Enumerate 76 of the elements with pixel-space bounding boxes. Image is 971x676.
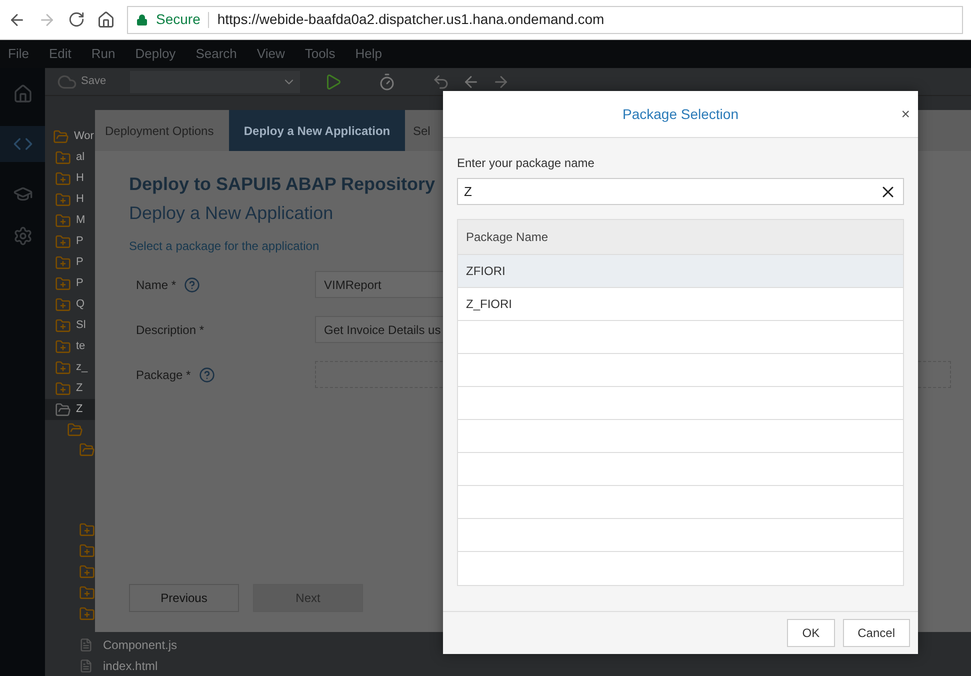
folder-icon — [55, 150, 71, 166]
folder-icon — [79, 522, 95, 538]
field-label: Enter your package name — [457, 155, 596, 172]
field-label: Name * — [136, 276, 176, 294]
code-icon[interactable] — [0, 126, 45, 162]
tree-item[interactable]: Z — [76, 380, 83, 397]
folder-icon — [55, 402, 71, 418]
tree-item[interactable]: M — [76, 212, 86, 229]
wizard-step[interactable]: Deploy a New Application — [229, 110, 405, 151]
tree-item[interactable]: Component.js — [103, 636, 178, 654]
menu-item[interactable]: Deploy — [135, 44, 176, 64]
tree-item[interactable]: H — [76, 191, 84, 208]
tree-item[interactable]: Q — [76, 296, 85, 313]
tree-item[interactable]: P — [76, 233, 84, 250]
save-button[interactable]: Save — [81, 73, 106, 90]
folder-icon — [55, 380, 71, 396]
menu-item[interactable]: Help — [355, 44, 382, 64]
menu-item[interactable]: File — [8, 44, 29, 64]
menu-item[interactable]: Search — [196, 44, 237, 64]
table-row[interactable]: ZFIORI — [458, 255, 903, 288]
dialog-button[interactable]: Cancel — [842, 619, 910, 647]
search-field[interactable]: Z — [457, 178, 904, 205]
secure-label: Secure — [156, 10, 200, 29]
file-icon — [79, 638, 93, 652]
address-bar[interactable]: Secure https://webide-baafda0a2.dispatcher.us1.hana.ondemand.com — [127, 6, 963, 34]
folder-icon — [55, 170, 71, 186]
menu-item[interactable]: Run — [91, 44, 116, 64]
folder-icon — [53, 128, 69, 144]
tree-item[interactable]: index.html — [103, 656, 158, 674]
wizard-hint: Select a package for the application — [129, 238, 320, 255]
folder-icon — [79, 442, 95, 458]
folder-icon — [55, 296, 71, 312]
folder-icon — [55, 254, 71, 270]
menu-item[interactable]: Edit — [48, 44, 72, 64]
help-icon[interactable] — [198, 366, 215, 382]
file-icon — [79, 658, 93, 672]
tree-item[interactable]: P — [76, 254, 84, 271]
field-label: Description * — [136, 322, 204, 338]
folder-icon — [55, 360, 71, 376]
folder-icon — [79, 564, 95, 580]
wizard-subtitle: Deploy a New Application — [129, 202, 334, 225]
folder-icon — [55, 212, 71, 228]
url-text: https://webide-baafda0a2.dispatcher.us1.hana.ondemand.com — [217, 10, 604, 29]
folder-icon — [55, 192, 71, 208]
help-icon[interactable] — [184, 276, 200, 292]
folder-icon — [55, 234, 71, 250]
wizard-button[interactable]: Previous — [129, 584, 239, 612]
lock-icon — [136, 14, 148, 26]
dialog-title: Package Selection — [622, 104, 738, 124]
folder-icon — [67, 422, 83, 438]
dialog-button[interactable]: OK — [787, 619, 835, 647]
home-icon[interactable] — [97, 10, 115, 28]
close-button[interactable]: × — [901, 107, 910, 122]
folder-icon — [55, 318, 71, 334]
tree-item[interactable]: Sl — [76, 317, 86, 334]
tree-item[interactable]: te — [76, 338, 86, 355]
column-header: Package Name — [466, 229, 548, 246]
menu-item[interactable]: Tools — [304, 44, 336, 64]
tree-item[interactable]: P — [76, 275, 84, 292]
folder-icon — [79, 606, 95, 622]
wizard-title: Deploy to SAPUI5 ABAP Repository — [129, 173, 436, 196]
folder-icon — [79, 543, 95, 559]
folder-icon — [79, 585, 95, 601]
field-label: Package * — [136, 366, 191, 384]
tree-item[interactable]: H — [76, 170, 84, 187]
timer-icon[interactable] — [378, 72, 396, 90]
run-icon[interactable] — [324, 72, 342, 90]
tree-item[interactable]: Wor — [74, 128, 94, 145]
settings-icon[interactable] — [12, 226, 32, 246]
undo-icon[interactable] — [432, 72, 450, 90]
tree-item[interactable]: z_ — [76, 359, 88, 376]
folder-icon — [55, 276, 71, 292]
tree-item[interactable]: al — [76, 149, 85, 166]
menu-item[interactable]: View — [256, 44, 285, 64]
folder-icon — [55, 338, 71, 354]
reload-icon[interactable] — [68, 11, 85, 28]
